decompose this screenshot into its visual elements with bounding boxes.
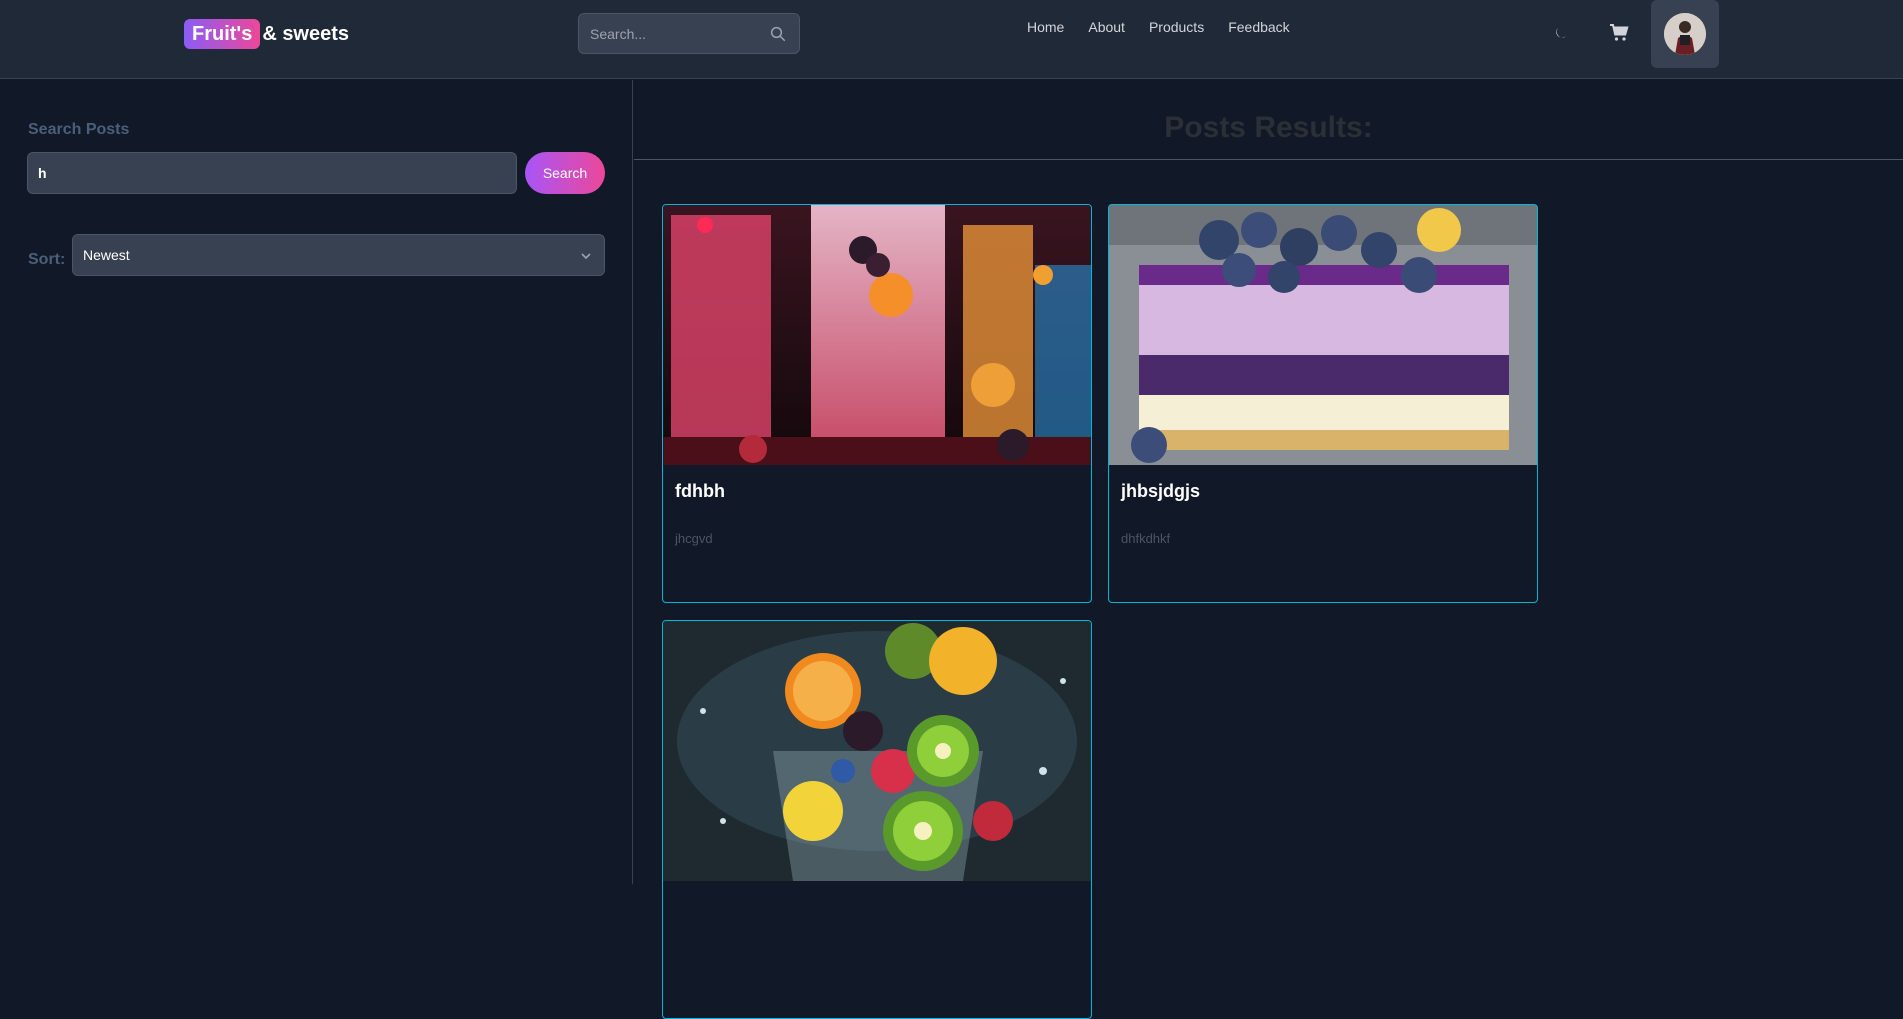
nav-products[interactable]: Products xyxy=(1149,19,1204,35)
cart-icon[interactable] xyxy=(1609,23,1629,43)
search-icon[interactable] xyxy=(769,25,787,43)
search-button[interactable]: Search xyxy=(525,152,605,194)
header-search-input[interactable] xyxy=(579,14,759,53)
post-card[interactable]: jhbsjdgjs dhfkdhkf xyxy=(1108,204,1538,603)
navbar: Fruit's & sweets Home About Products Fee… xyxy=(0,0,1903,79)
main-content: Posts Results: fdhbh jhcgvd jhbsjdgjs dh… xyxy=(634,80,1903,1019)
logo-text: & sweets xyxy=(262,22,350,45)
chevron-down-icon xyxy=(581,253,591,260)
avatar-button[interactable] xyxy=(1651,0,1719,68)
divider xyxy=(634,159,1903,160)
post-image-blueberry-cheesecake xyxy=(1109,205,1537,465)
sidebar: Search Posts Search Sort: Newest xyxy=(0,80,633,884)
post-image-fruit-splash xyxy=(663,621,1091,881)
header-search xyxy=(578,13,800,54)
page-title: Posts Results: xyxy=(1164,111,1373,144)
sort-value: Newest xyxy=(83,247,130,263)
logo[interactable]: Fruit's & sweets xyxy=(184,19,349,49)
post-card[interactable] xyxy=(662,620,1092,1019)
post-title: jhbsjdgjs xyxy=(1121,481,1201,501)
avatar xyxy=(1664,13,1706,55)
logo-badge: Fruit's xyxy=(184,19,261,49)
post-search-input[interactable] xyxy=(27,152,517,194)
nav-feedback[interactable]: Feedback xyxy=(1228,19,1289,35)
post-image-cocktail-drinks xyxy=(663,205,1091,465)
sort-select[interactable]: Newest xyxy=(72,234,605,276)
post-card[interactable]: fdhbh jhcgvd xyxy=(662,204,1092,603)
nav-links: Home About Products Feedback xyxy=(1027,19,1314,35)
sort-label: Sort: xyxy=(28,251,66,268)
nav-about[interactable]: About xyxy=(1088,19,1125,35)
post-description: dhfkdhkf xyxy=(1121,531,1171,546)
nav-home[interactable]: Home xyxy=(1027,19,1064,35)
post-title: fdhbh xyxy=(675,481,725,501)
post-description: jhcgvd xyxy=(675,531,713,546)
moon-icon[interactable] xyxy=(1553,25,1569,41)
search-posts-title: Search Posts xyxy=(28,121,130,138)
